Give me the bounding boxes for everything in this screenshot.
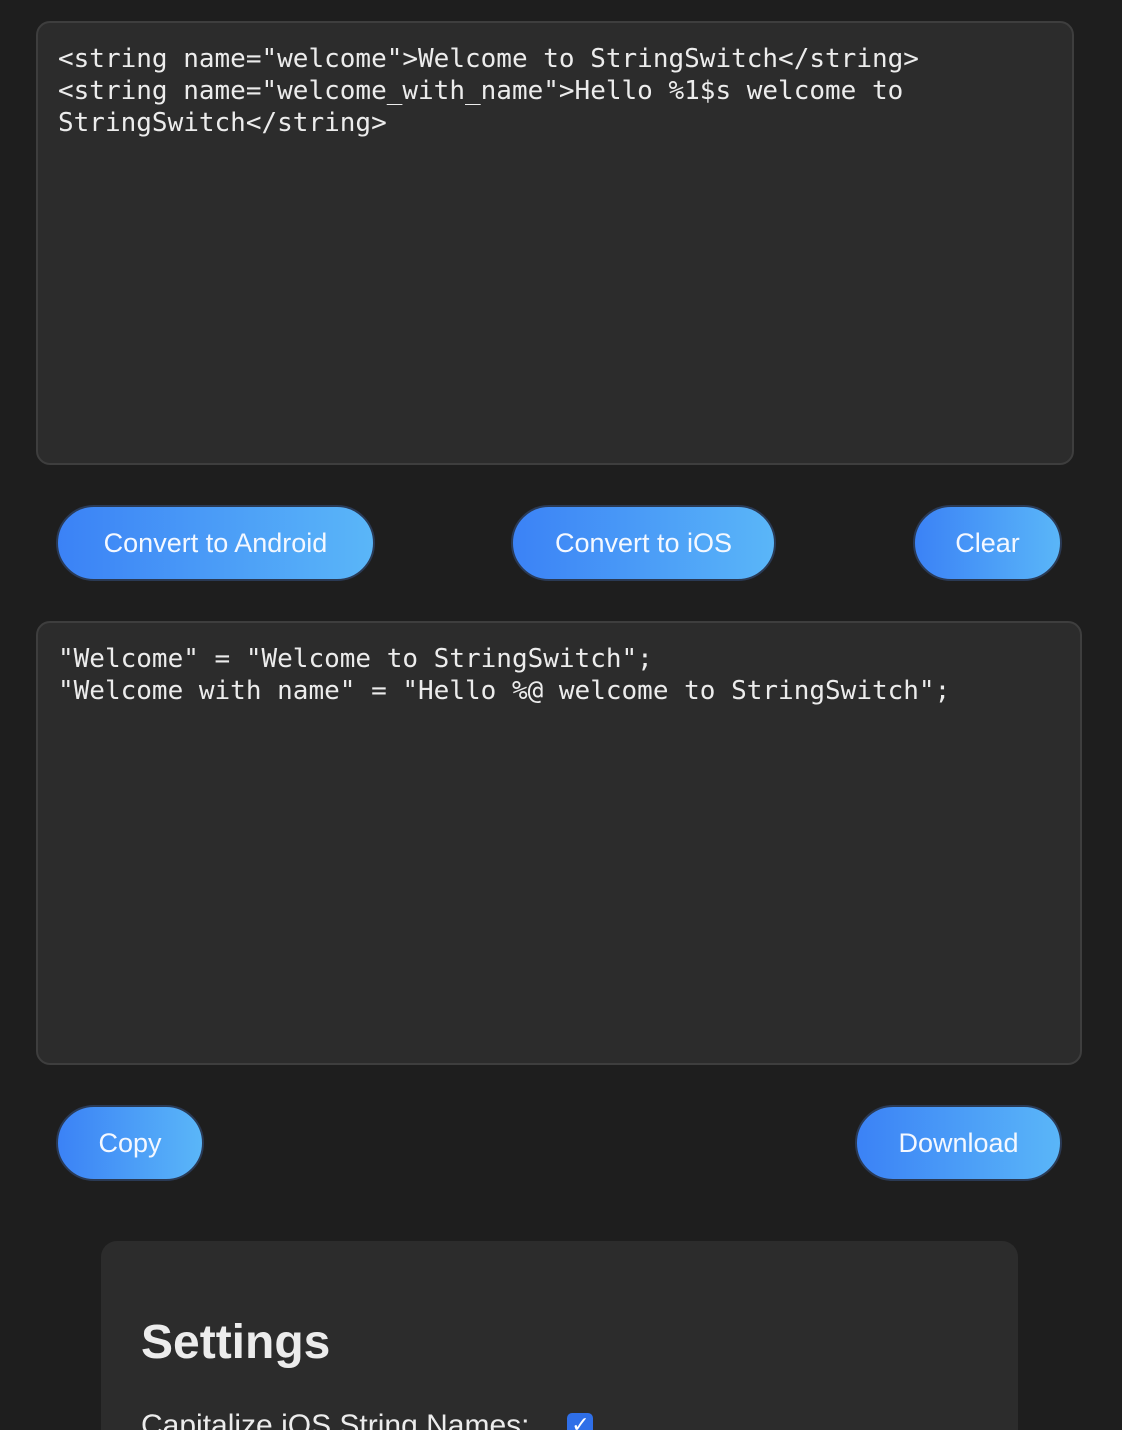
settings-title: Settings [141, 1316, 331, 1369]
input-textarea[interactable]: <string name="welcome">Welcome to String… [36, 21, 1074, 465]
convert-to-ios-button[interactable]: Convert to iOS [511, 505, 776, 581]
output-textarea[interactable]: "Welcome" = "Welcome to StringSwitch"; "… [36, 621, 1082, 1065]
settings-panel: Settings Capitalize iOS String Names: ✓ [101, 1241, 1018, 1430]
page: <string name="welcome">Welcome to String… [0, 0, 1122, 1430]
capitalize-setting-row: Capitalize iOS String Names: ✓ [141, 1409, 594, 1430]
copy-button[interactable]: Copy [56, 1105, 204, 1181]
convert-to-android-button[interactable]: Convert to Android [56, 505, 375, 581]
check-icon: ✓ [571, 1413, 590, 1430]
clear-button[interactable]: Clear [913, 505, 1062, 581]
capitalize-setting-label: Capitalize iOS String Names: [141, 1409, 530, 1430]
download-button[interactable]: Download [855, 1105, 1062, 1181]
capitalize-checkbox[interactable]: ✓ [567, 1413, 594, 1430]
